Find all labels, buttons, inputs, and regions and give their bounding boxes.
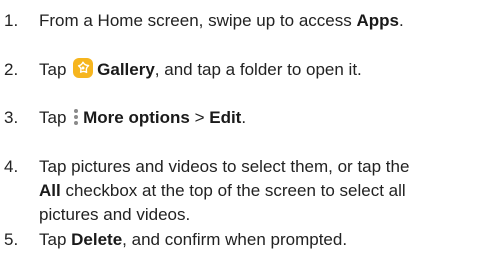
all-checkbox-label: All — [39, 181, 61, 200]
delete-label: Delete — [71, 230, 123, 249]
step-number: 5. — [4, 230, 19, 249]
apps-label: Apps — [356, 11, 399, 30]
step-number: 4. — [4, 157, 19, 176]
edit-label: Edit — [209, 108, 242, 127]
more-options-label: More options — [83, 108, 190, 127]
gallery-app-icon — [73, 58, 94, 78]
step-number: 2. — [4, 60, 19, 79]
step-number: 1. — [4, 11, 19, 30]
more-options-icon — [72, 108, 80, 126]
gallery-label: Gallery — [97, 60, 155, 79]
instruction-steps: 1. From a Home screen, swipe up to acces… — [0, 0, 502, 259]
step-text: Tap pictures and videos to select them, … — [39, 157, 410, 224]
step-text: From a Home screen, swipe up to access A… — [39, 11, 404, 30]
step-text: Tap Gallery, and tap a folder to open it… — [39, 58, 362, 79]
step-text: Tap More options > Edit. — [39, 108, 247, 127]
step-text: Tap Delete, and confirm when prompted. — [39, 230, 348, 249]
step-number: 3. — [4, 108, 19, 127]
